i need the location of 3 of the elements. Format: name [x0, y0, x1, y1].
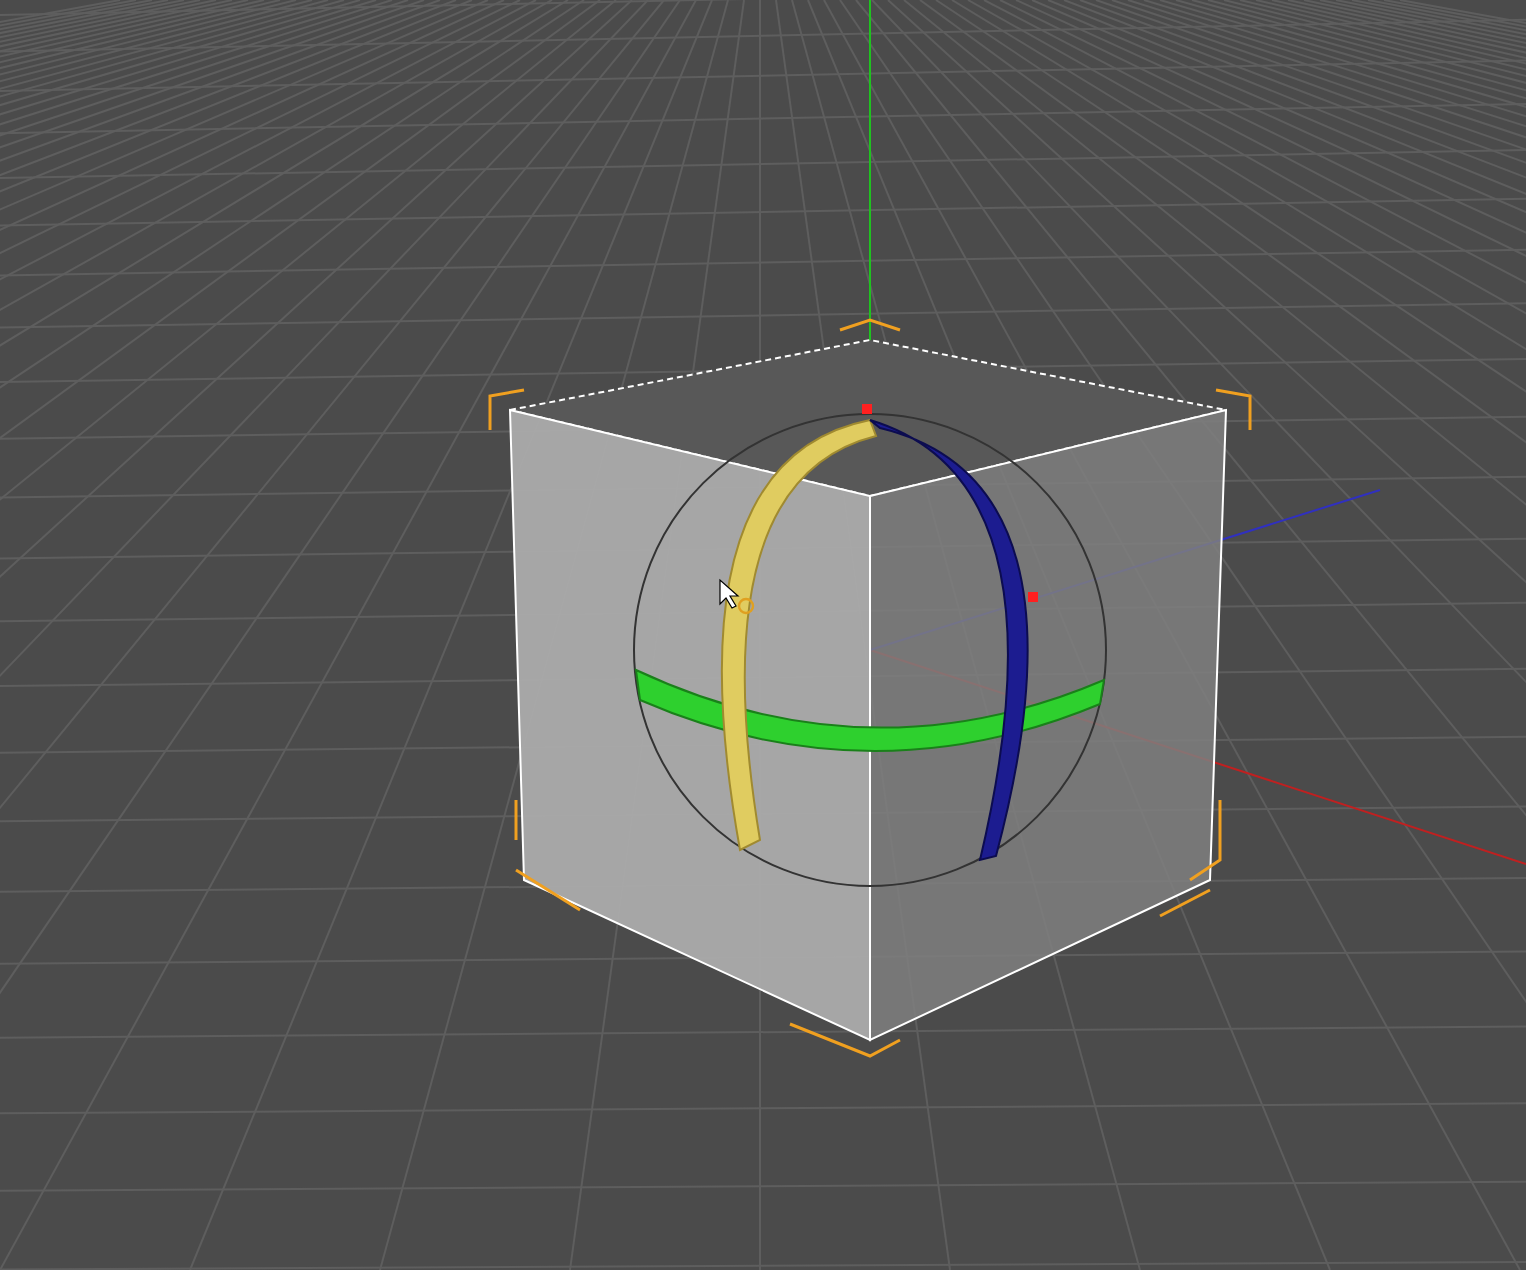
- cursor-icon: [719, 578, 755, 615]
- rotation-gizmo-drawing[interactable]: [633, 404, 1107, 887]
- viewport[interactable]: [0, 0, 1526, 1270]
